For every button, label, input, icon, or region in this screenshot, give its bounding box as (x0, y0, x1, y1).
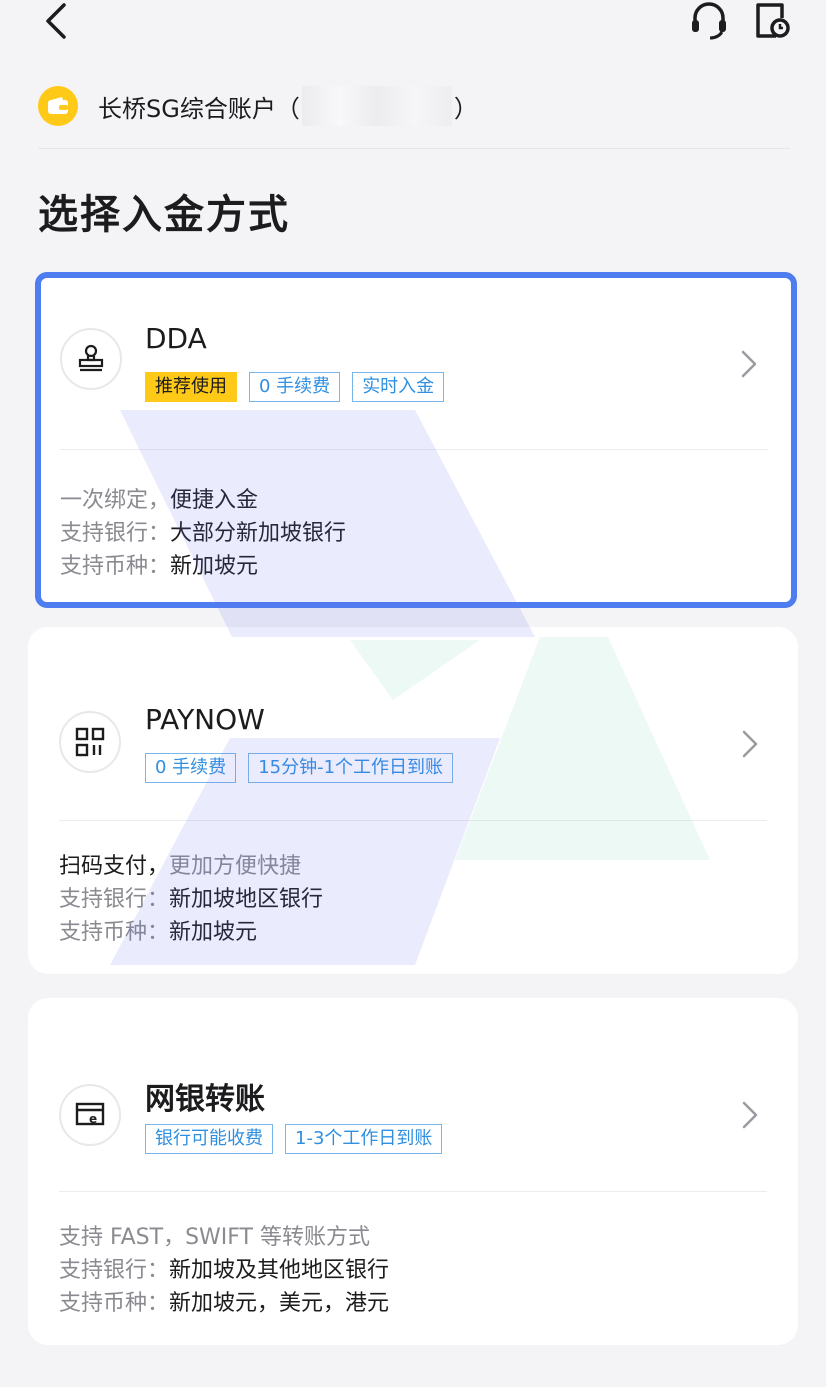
info-line: 支持币种：新加坡元，美元，港元 (59, 1291, 390, 1316)
info-line: 支持币种：新加坡元 (60, 554, 259, 579)
method-title: 网银转账 (145, 1082, 265, 1117)
account-name: 长桥SG综合账户 (98, 94, 276, 123)
account-selector[interactable]: 长桥SG综合账户 （ ） (38, 84, 790, 128)
back-button[interactable] (38, 0, 78, 44)
account-paren-close: ） (453, 94, 478, 123)
method-tags: 银行可能收费 1-3个工作日到账 (145, 1124, 443, 1154)
method-card-dda[interactable]: DDA 推荐使用 0 手续费 实时入金 一次绑定，便捷入金 支持银行：大部分新加… (35, 272, 797, 608)
info-line: 支持银行：新加坡及其他地区银行 (59, 1258, 390, 1283)
method-card-paynow[interactable]: PAYNOW 0 手续费 15分钟-1个工作日到账 扫码支付，更加方便快捷 支持… (28, 627, 798, 974)
method-tags: 0 手续费 15分钟-1个工作日到账 (145, 753, 454, 783)
info-line: 支持银行：大部分新加坡银行 (60, 521, 347, 546)
tag-zero-fee: 0 手续费 (145, 753, 237, 783)
headset-icon (692, 2, 726, 40)
card-divider (59, 820, 767, 821)
info-line: 支持银行：新加坡地区银行 (59, 887, 324, 912)
tag-arrival-time: 1-3个工作日到账 (285, 1124, 443, 1154)
tag-instant: 实时入金 (352, 372, 445, 402)
divider (38, 148, 790, 149)
method-title: DDA (145, 322, 207, 355)
chevron-right-icon (742, 730, 758, 758)
info-line: 支持 FAST，SWIFT 等转账方式 (59, 1225, 370, 1250)
customer-support-button[interactable] (688, 0, 730, 42)
method-card-online-banking[interactable]: e 网银转账 银行可能收费 1-3个工作日到账 支持 FAST，SWIFT 等转… (28, 998, 798, 1345)
chevron-left-icon (46, 3, 66, 39)
card-divider (60, 449, 768, 450)
document-clock-icon (756, 3, 790, 38)
top-bar (0, 0, 826, 60)
info-line: 扫码支付，更加方便快捷 (59, 854, 302, 879)
tag-zero-fee: 0 手续费 (249, 372, 341, 402)
wallet-icon (38, 86, 78, 126)
online-banking-icon: e (59, 1084, 121, 1146)
tag-bank-fee: 银行可能收费 (145, 1124, 273, 1154)
stamp-icon (60, 328, 122, 390)
deposit-method-page: 长桥SG综合账户 （ ） 选择入金方式 DDA 推荐使用 0 手续费 实时入金 … (0, 0, 826, 1387)
info-line: 支持币种：新加坡元 (59, 920, 258, 945)
method-title: PAYNOW (145, 703, 265, 736)
qr-code-icon (59, 711, 121, 773)
info-line: 一次绑定，便捷入金 (60, 488, 259, 513)
page-title: 选择入金方式 (38, 192, 290, 238)
card-divider (59, 1191, 767, 1192)
account-paren-open: （ (275, 94, 300, 123)
masked-account-number (301, 86, 452, 126)
tag-recommended: 推荐使用 (145, 372, 237, 402)
method-tags: 推荐使用 0 手续费 实时入金 (145, 372, 445, 402)
svg-text:e: e (89, 1112, 97, 1126)
chevron-right-icon (742, 1101, 758, 1129)
deposit-history-button[interactable] (752, 0, 794, 42)
tag-arrival-time: 15分钟-1个工作日到账 (248, 753, 454, 783)
chevron-right-icon (741, 350, 757, 378)
